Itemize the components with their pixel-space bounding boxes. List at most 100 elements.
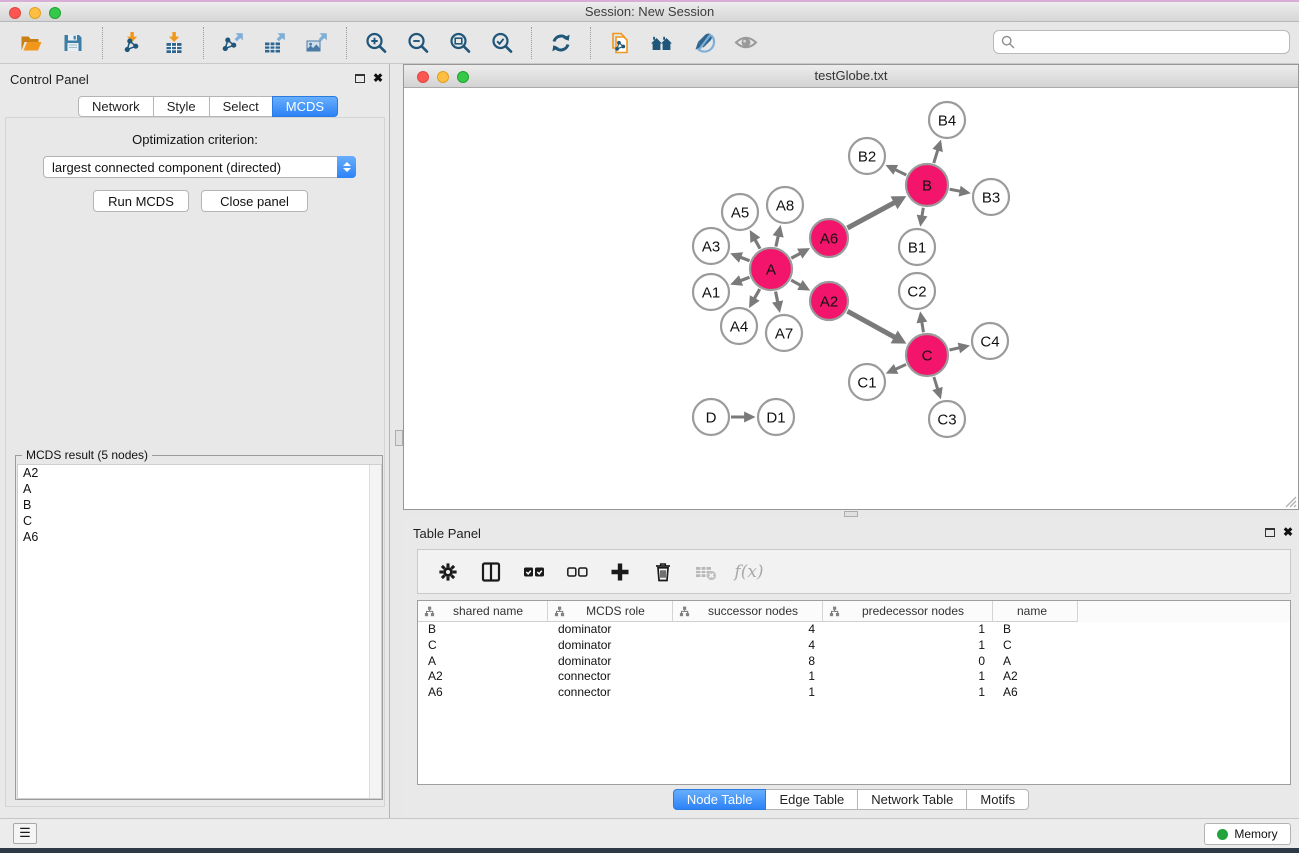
settings-gear-button[interactable] (431, 555, 465, 589)
close-panel-icon[interactable]: ✖ (373, 73, 383, 83)
graph-node-C1[interactable]: C1 (849, 364, 885, 400)
graph-edge-B-B1[interactable] (917, 208, 928, 227)
graph-edge-A-A8[interactable] (773, 225, 784, 247)
table-cell[interactable]: dominator (548, 622, 673, 638)
table-cell[interactable]: 1 (823, 669, 993, 685)
graph-edge-B-B3[interactable] (950, 186, 971, 197)
scrollbar-track[interactable] (369, 465, 381, 798)
tab-edge-table[interactable]: Edge Table (765, 789, 858, 810)
graph-node-D1[interactable]: D1 (758, 399, 794, 435)
graph-node-A3[interactable]: A3 (693, 228, 729, 264)
table-cell[interactable]: 1 (673, 685, 823, 701)
graph-node-B4[interactable]: B4 (929, 102, 965, 138)
open-file-button[interactable] (10, 26, 52, 60)
result-list-item[interactable]: A (18, 481, 381, 497)
graph-edge-A-A3[interactable] (730, 252, 749, 263)
horizontal-splitter-handle[interactable] (844, 511, 858, 517)
graph-node-D[interactable]: D (693, 399, 729, 435)
clone-network-button[interactable] (599, 26, 641, 60)
refresh-button[interactable] (540, 26, 582, 60)
graph-node-A4[interactable]: A4 (721, 308, 757, 344)
table-cell[interactable]: 1 (823, 685, 993, 701)
graph-edge-A-A1[interactable] (730, 275, 749, 286)
graph-node-C4[interactable]: C4 (972, 323, 1008, 359)
close-panel-button[interactable]: Close panel (201, 190, 308, 212)
resize-grip-icon[interactable] (1284, 495, 1297, 508)
table-cell[interactable]: A2 (993, 669, 1078, 685)
graph-edge-A-A6[interactable] (791, 248, 810, 258)
network-minimize-button[interactable] (437, 71, 449, 83)
table-row[interactable]: Bdominator41B (418, 622, 1290, 638)
node-table[interactable]: shared name MCDS role successor nodes pr… (417, 600, 1291, 785)
close-panel-icon[interactable]: ✖ (1283, 527, 1293, 537)
zoom-out-button[interactable] (397, 26, 439, 60)
tab-mcds[interactable]: MCDS (272, 96, 338, 117)
graph-edge-C-C2[interactable] (917, 311, 928, 332)
graph-edge-A-A4[interactable] (749, 289, 760, 308)
graph-node-B1[interactable]: B1 (899, 229, 935, 265)
zoom-fit-button[interactable] (439, 26, 481, 60)
export-table-button[interactable] (254, 26, 296, 60)
tab-network-table[interactable]: Network Table (857, 789, 967, 810)
table-row[interactable]: A6connector11A6 (418, 685, 1290, 701)
graph-edge-A2-C[interactable] (847, 311, 906, 344)
select-all-button[interactable] (517, 555, 551, 589)
memory-button[interactable]: Memory (1204, 823, 1291, 845)
column-header-predecessor-nodes[interactable]: predecessor nodes (823, 601, 993, 622)
tab-style[interactable]: Style (153, 96, 210, 117)
result-list-item[interactable]: B (18, 497, 381, 513)
table-cell[interactable]: A6 (418, 685, 548, 701)
column-header-MCDS-role[interactable]: MCDS role (548, 601, 673, 622)
graph-edge-B-B2[interactable] (885, 165, 906, 175)
deselect-all-button[interactable] (560, 555, 594, 589)
graph-edge-C-C4[interactable] (949, 343, 970, 354)
table-cell[interactable]: A6 (993, 685, 1078, 701)
table-row[interactable]: Cdominator41C (418, 638, 1290, 654)
network-close-button[interactable] (417, 71, 429, 83)
import-network-button[interactable] (111, 26, 153, 60)
style-visibility-button[interactable] (683, 26, 725, 60)
table-cell[interactable]: 1 (823, 638, 993, 654)
table-cell[interactable]: C (993, 638, 1078, 654)
graph-edge-C-C1[interactable] (886, 364, 906, 374)
network-window-titlebar[interactable]: testGlobe.txt (404, 65, 1298, 88)
run-mcds-button[interactable]: Run MCDS (93, 190, 189, 212)
graph-node-B2[interactable]: B2 (849, 138, 885, 174)
criterion-dropdown[interactable]: largest connected component (directed) (43, 156, 356, 178)
table-cell[interactable]: 4 (673, 638, 823, 654)
graph-node-C[interactable]: C (906, 334, 948, 376)
graph-node-A2[interactable]: A2 (810, 282, 848, 320)
delete-column-button[interactable] (646, 555, 680, 589)
close-window-button[interactable] (9, 7, 21, 19)
add-column-button[interactable] (603, 555, 637, 589)
vertical-splitter-handle[interactable] (395, 430, 403, 446)
tab-node-table[interactable]: Node Table (673, 789, 767, 810)
tab-network[interactable]: Network (78, 96, 154, 117)
table-row[interactable]: Adominator80A (418, 654, 1290, 670)
graph-edge-D-D1[interactable] (731, 412, 756, 423)
network-zoom-button[interactable] (457, 71, 469, 83)
table-cell[interactable]: A (993, 654, 1078, 670)
table-cell[interactable]: connector (548, 669, 673, 685)
graph-node-A6[interactable]: A6 (810, 219, 848, 257)
table-cell[interactable]: B (418, 622, 548, 638)
float-panel-icon[interactable] (1265, 528, 1275, 537)
search-box[interactable] (993, 30, 1290, 54)
table-cell[interactable]: 8 (673, 654, 823, 670)
table-cell[interactable]: B (993, 622, 1078, 638)
tab-select[interactable]: Select (209, 96, 273, 117)
graph-node-A8[interactable]: A8 (767, 187, 803, 223)
result-list-item[interactable]: C (18, 513, 381, 529)
search-input[interactable] (1019, 32, 1289, 52)
result-list-item[interactable]: A6 (18, 529, 381, 545)
result-list-item[interactable]: A2 (18, 465, 381, 481)
graph-node-A[interactable]: A (750, 248, 792, 290)
table-cell[interactable]: 0 (823, 654, 993, 670)
export-image-button[interactable] (296, 26, 338, 60)
graph-edge-A-A2[interactable] (791, 280, 810, 291)
table-cell[interactable]: 1 (823, 622, 993, 638)
graph-node-C2[interactable]: C2 (899, 273, 935, 309)
table-cell[interactable]: dominator (548, 654, 673, 670)
zoom-in-button[interactable] (355, 26, 397, 60)
column-header-shared-name[interactable]: shared name (418, 601, 548, 622)
